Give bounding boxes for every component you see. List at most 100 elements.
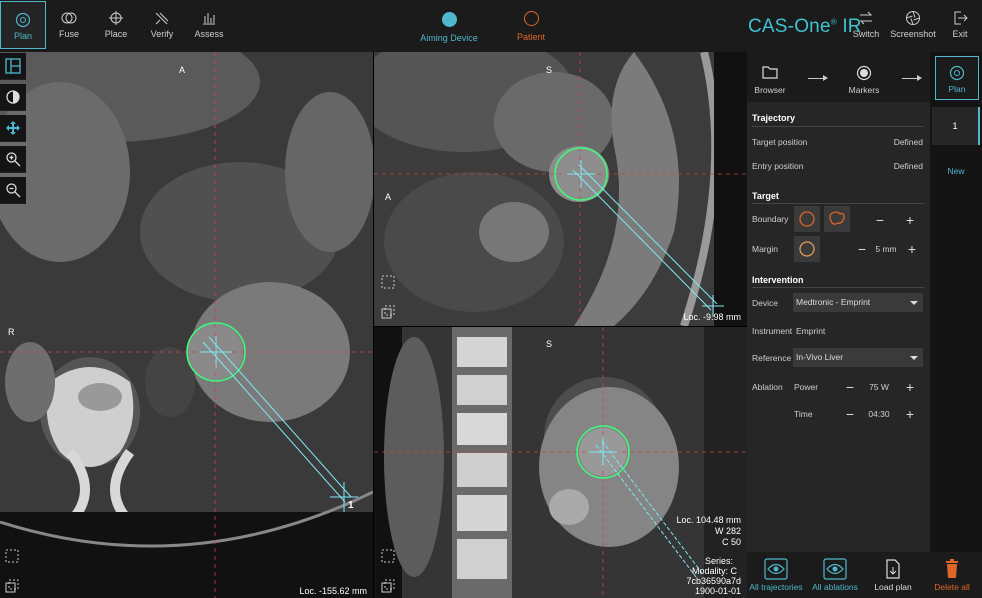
all-ablations-button[interactable]: All ablations: [808, 552, 862, 598]
entry-position-label: Entry position: [752, 161, 804, 171]
boundary-freeform-button[interactable]: [824, 206, 850, 232]
markers-step[interactable]: Markers: [846, 55, 882, 95]
sagittal-copy-tool[interactable]: [381, 305, 395, 324]
eye-icon: [764, 558, 788, 580]
intervention-divider: [752, 287, 924, 288]
load-plan-button[interactable]: Load plan: [867, 552, 919, 598]
window-level-tool[interactable]: [0, 84, 26, 111]
browser-step[interactable]: Browser: [752, 55, 788, 95]
pan-tool[interactable]: [0, 115, 26, 142]
assess-tab[interactable]: Assess: [187, 0, 231, 48]
fuse-tab[interactable]: Fuse: [47, 0, 91, 48]
device-dropdown[interactable]: Medtronic - Emprint: [793, 293, 923, 312]
new-trajectory-button[interactable]: New: [932, 152, 980, 190]
plan-step[interactable]: Plan: [935, 56, 979, 100]
plan-tab[interactable]: Plan: [0, 1, 46, 49]
sagittal-location-readout: Loc. -9.98 mm: [683, 312, 741, 322]
instrument-value: Emprint: [796, 326, 826, 336]
target-position-label: Target position: [752, 137, 808, 147]
layout-grid-icon: [5, 58, 21, 74]
fuse-tab-label: Fuse: [58, 29, 79, 39]
device-label: Device: [752, 298, 778, 308]
selection-icon: [381, 275, 395, 289]
zoom-out-tool[interactable]: [0, 177, 26, 204]
sagittal-viewport[interactable]: S A Loc. -9.98 mm: [374, 52, 747, 326]
bar-chart-icon: [203, 13, 215, 25]
zoom-out-icon: [6, 183, 21, 198]
patient-indicator: [523, 11, 539, 26]
exit-button[interactable]: Exit: [938, 0, 982, 48]
margin-minus-button[interactable]: −: [855, 242, 869, 256]
boundary-minus-button[interactable]: −: [873, 213, 887, 227]
screenshot-button[interactable]: Screenshot: [887, 0, 939, 48]
all-trajectories-label: All trajectories: [749, 582, 803, 592]
time-plus-button[interactable]: +: [903, 407, 917, 421]
power-label: Power: [794, 382, 819, 392]
move-icon: [6, 121, 20, 135]
place-tab[interactable]: Place: [94, 0, 138, 48]
time-minus-button[interactable]: −: [843, 407, 857, 421]
trajectory-divider: [752, 126, 924, 127]
crosshair-icon: [109, 11, 123, 25]
coronal-ct-image: [374, 327, 747, 598]
assess-tab-label: Assess: [194, 29, 224, 39]
instrument-label: Instrument: [752, 326, 793, 336]
margin-circle-button[interactable]: [794, 236, 820, 262]
axial-copy-tool[interactable]: [5, 579, 19, 598]
aperture-icon: [906, 11, 920, 25]
load-plan-label: Load plan: [874, 582, 912, 592]
patient-status[interactable]: Patient: [491, 10, 571, 42]
trash-icon: [946, 559, 958, 578]
delete-all-button[interactable]: Delete all: [926, 552, 978, 598]
boundary-plus-button[interactable]: +: [903, 213, 917, 227]
plan-icon: [15, 12, 31, 28]
markers-step-label: Markers: [848, 85, 880, 95]
trajectory-item-1[interactable]: 1: [932, 107, 980, 145]
layout-tool[interactable]: [0, 53, 26, 80]
all-trajectories-button[interactable]: All trajectories: [749, 552, 803, 598]
margin-plus-button[interactable]: +: [905, 242, 919, 256]
axial-orientation-left: R: [8, 327, 15, 337]
sagittal-select-tool[interactable]: [381, 275, 395, 294]
reference-label: Reference: [752, 353, 792, 363]
screenshot-label: Screenshot: [890, 29, 936, 39]
zoom-in-icon: [6, 152, 21, 167]
place-tab-label: Place: [104, 29, 128, 39]
plan-settings-panel: [747, 52, 930, 598]
coronal-viewport[interactable]: S Loc. 104.48 mm W 282 C 50 Series: Moda…: [374, 327, 747, 598]
coronal-select-tool[interactable]: [381, 549, 395, 568]
aiming-device-status[interactable]: Aiming Device: [409, 10, 489, 43]
boundary-circle-button[interactable]: [794, 206, 820, 232]
coronal-copy-tool[interactable]: [381, 579, 395, 598]
sagittal-ct-image: [374, 52, 747, 326]
delete-all-label: Delete all: [934, 582, 970, 592]
copy-icon: [5, 579, 19, 593]
eye-icon: [823, 558, 847, 580]
verify-tab[interactable]: Verify: [140, 0, 184, 48]
entry-position-value: Defined: [893, 161, 923, 171]
power-plus-button[interactable]: +: [903, 380, 917, 394]
time-value: 04:30: [868, 409, 890, 419]
top-toolbar: Plan Fuse Place Verify Assess Aiming Dev…: [0, 0, 982, 52]
contrast-icon: [6, 90, 20, 104]
reference-dropdown[interactable]: In-Vivo Liver: [793, 348, 923, 367]
axial-select-tool[interactable]: [5, 549, 19, 568]
sagittal-orientation-top: S: [546, 65, 553, 75]
verify-tab-label: Verify: [150, 29, 174, 39]
aiming-device-label: Aiming Device: [420, 33, 478, 43]
coronal-modality-label: Modality: C: [691, 566, 737, 576]
selection-icon: [381, 549, 395, 563]
axial-viewport[interactable]: A R 1 Loc. -155.62 mm: [0, 52, 373, 598]
power-minus-button[interactable]: −: [843, 380, 857, 394]
freeform-shape-icon: [829, 211, 845, 225]
swap-icon: [859, 11, 873, 25]
exit-icon: [954, 11, 968, 25]
aiming-device-indicator: [441, 12, 457, 27]
switch-button[interactable]: Switch: [844, 0, 888, 48]
plan-step-label: Plan: [948, 84, 966, 94]
boundary-label: Boundary: [752, 214, 789, 224]
step-arrow-2-head: [917, 75, 922, 81]
coronal-study-date: 1900-01-01: [694, 586, 741, 596]
zoom-in-tool[interactable]: [0, 146, 26, 173]
coronal-series-uid: 7cb36590a7d: [686, 576, 741, 586]
